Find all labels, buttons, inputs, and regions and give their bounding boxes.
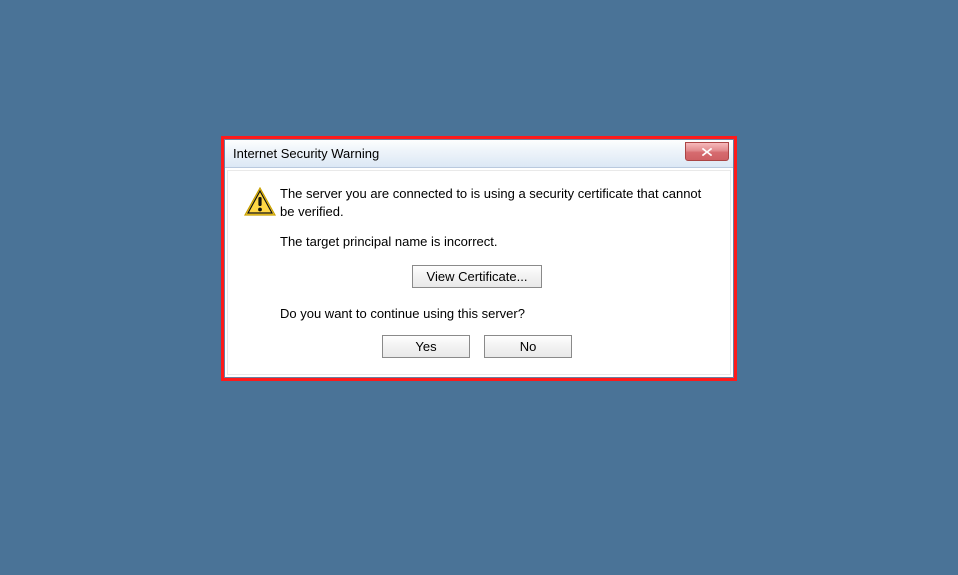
dialog-title: Internet Security Warning — [233, 146, 379, 161]
message-detail: The target principal name is incorrect. — [280, 234, 712, 249]
message-prompt: Do you want to continue using this serve… — [280, 306, 712, 321]
dialog-content: The server you are connected to is using… — [227, 170, 731, 375]
dialog-frame: Internet Security Warning The — [221, 136, 737, 381]
warning-icon — [242, 185, 280, 220]
no-button[interactable]: No — [484, 335, 572, 358]
message-main: The server you are connected to is using… — [280, 185, 712, 220]
security-warning-dialog: Internet Security Warning The — [224, 139, 734, 378]
yes-button[interactable]: Yes — [382, 335, 470, 358]
view-certificate-button[interactable]: View Certificate... — [412, 265, 542, 288]
titlebar: Internet Security Warning — [225, 140, 733, 168]
close-button[interactable] — [685, 142, 729, 161]
close-icon — [701, 147, 713, 157]
